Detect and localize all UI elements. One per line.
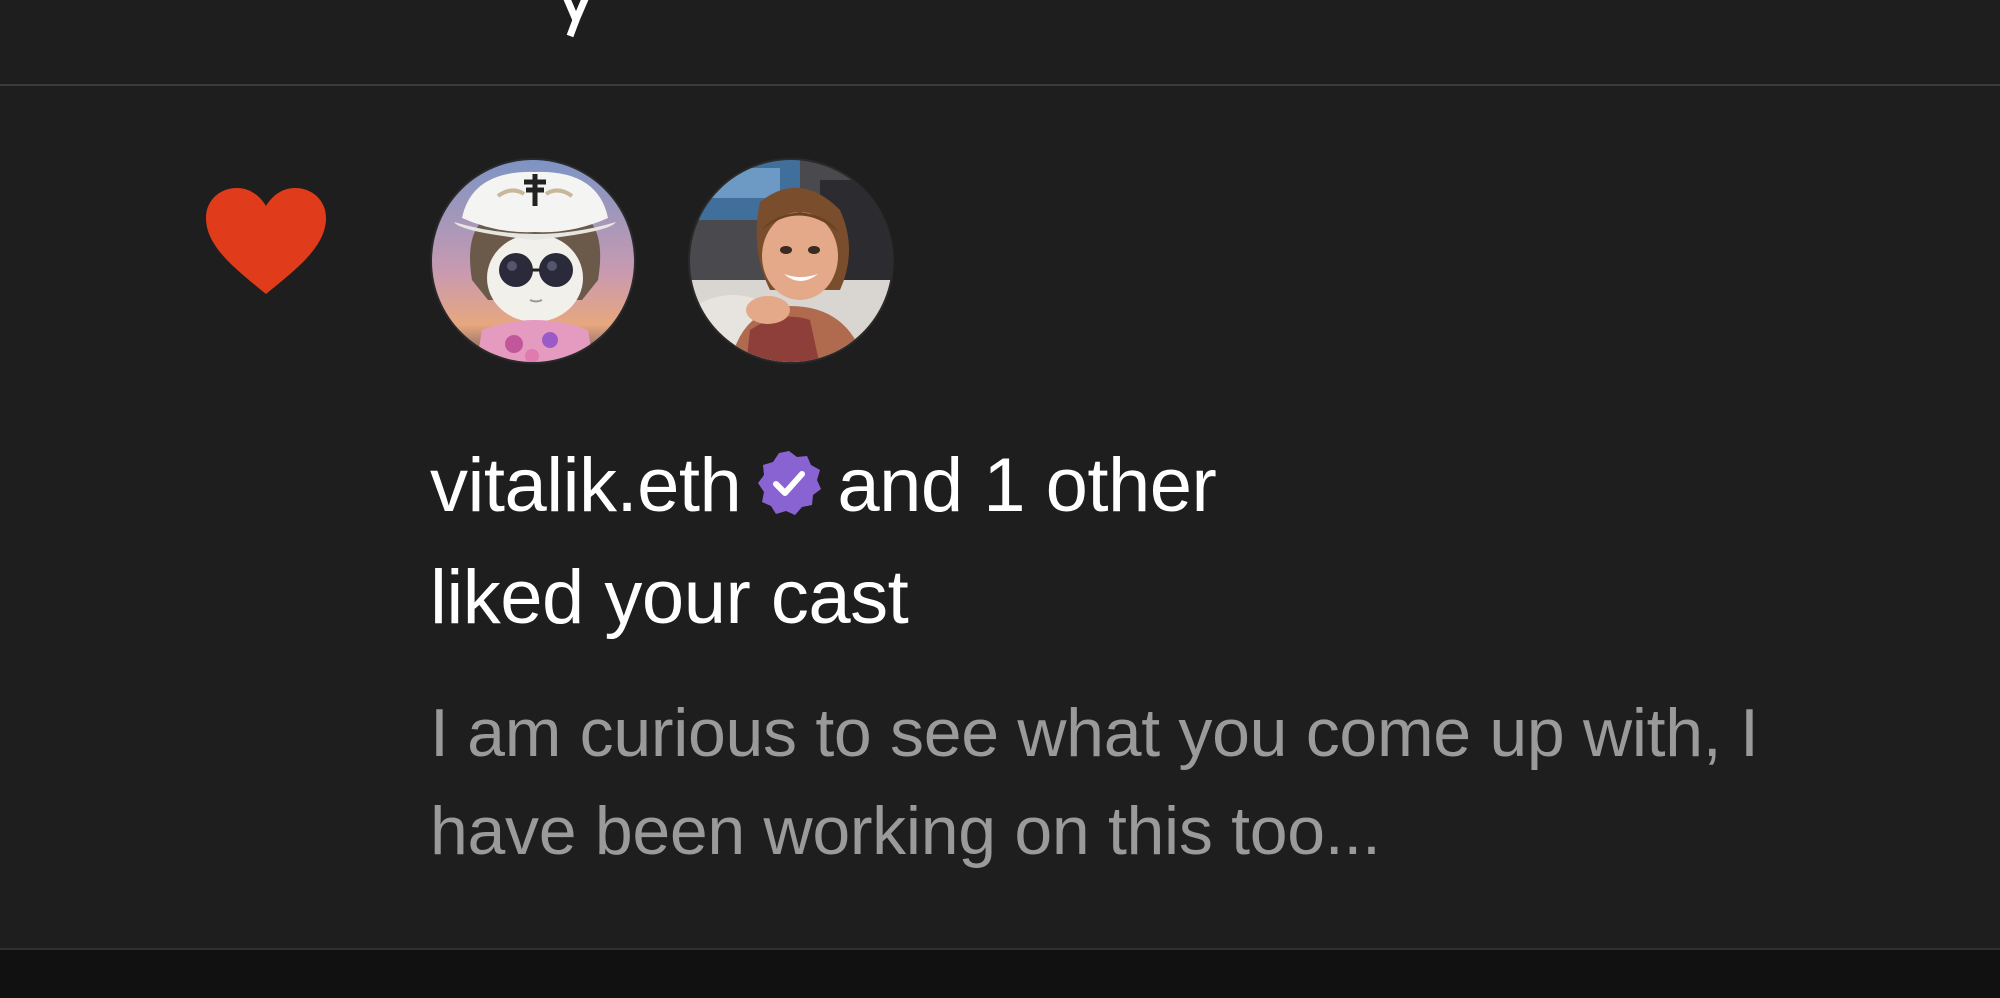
- avatar[interactable]: [688, 158, 894, 364]
- bottom-bar: [0, 948, 2000, 998]
- like-notification[interactable]: vitalik.eth and 1 other liked your cast …: [0, 86, 2000, 948]
- heart-icon: [204, 186, 328, 298]
- previous-text-fragment: [560, 0, 594, 46]
- previous-notification[interactable]: [0, 0, 2000, 84]
- others-count-text[interactable]: and 1 other: [837, 443, 1217, 528]
- notifications-screen: vitalik.eth and 1 other liked your cast …: [0, 0, 2000, 998]
- notification-headline: vitalik.eth and 1 other liked your cast: [430, 430, 1830, 654]
- avatar[interactable]: [430, 158, 636, 364]
- actor-username[interactable]: vitalik.eth: [430, 443, 742, 528]
- liker-avatars: [430, 158, 894, 364]
- action-text: liked your cast: [430, 555, 909, 640]
- verified-badge-icon: [755, 436, 823, 515]
- cast-preview-text[interactable]: I am curious to see what you come up wit…: [430, 684, 1850, 880]
